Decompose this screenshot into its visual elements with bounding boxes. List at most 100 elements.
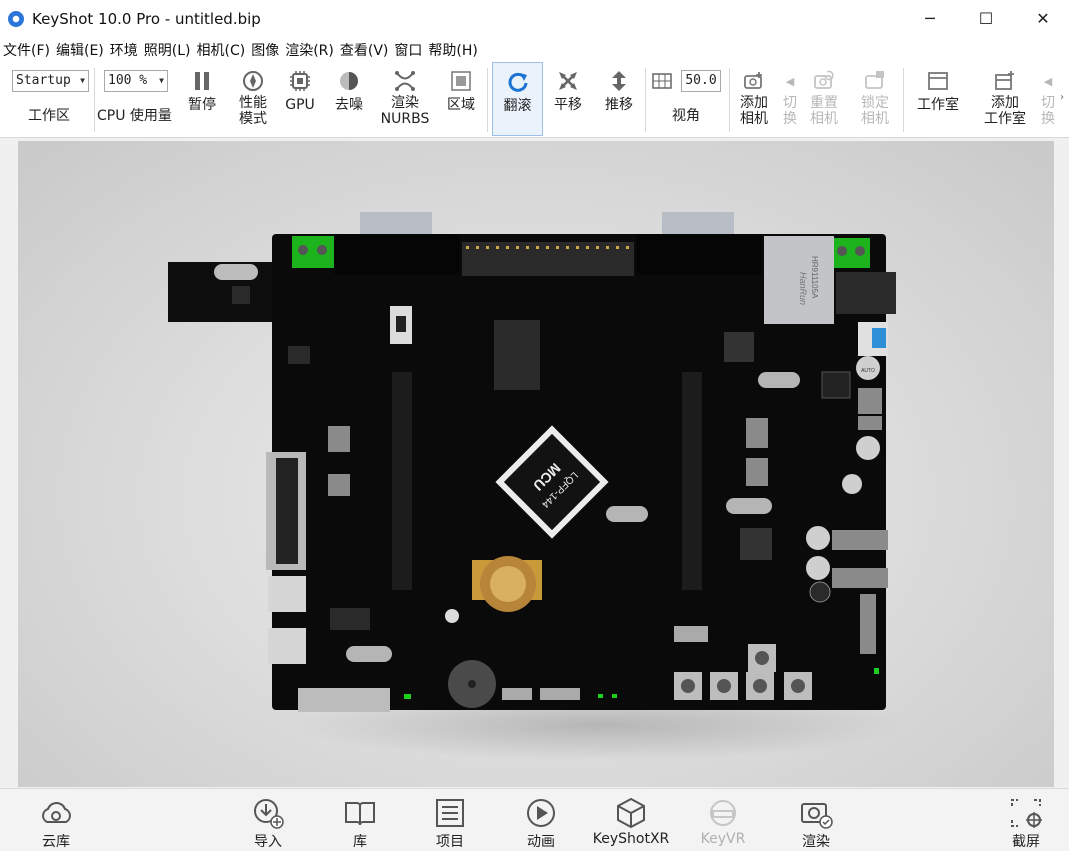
menu-help[interactable]: 帮助(H) [428, 40, 483, 60]
add-camera-button[interactable]: 添加 相机 [733, 62, 775, 136]
pin-header-right [682, 372, 702, 590]
crystal-oscillator [214, 264, 258, 280]
screenshot-icon [1008, 797, 1044, 829]
project-label: 项目 [436, 834, 464, 850]
reset-camera-label-2: 相机 [810, 111, 838, 127]
add-studio-button[interactable]: 添加 工作室 [980, 62, 1030, 136]
switch-studio-label-2: 换 [1041, 111, 1055, 127]
blue-switch [872, 328, 886, 348]
import-label: 导入 [254, 834, 282, 850]
menu-view[interactable]: 查看(V) [340, 40, 395, 60]
lock-camera-label-1: 锁定 [861, 95, 889, 111]
menu-file[interactable]: 文件(F) [3, 40, 56, 60]
dolly-icon [604, 69, 634, 93]
crystal-1 [758, 372, 800, 388]
camera-lock-icon [860, 69, 890, 93]
bottom-toolbar: 云库 导入 库 项目 动画 KeyShotXR KeyVR 渲染 截屏 [0, 788, 1069, 851]
menu-image[interactable]: 图像 [251, 40, 285, 60]
gpu-button[interactable]: GPU [282, 62, 318, 136]
crystal-2 [606, 506, 648, 522]
keyshotxr-button[interactable]: KeyShotXR [593, 789, 669, 851]
region-button[interactable]: 区域 [442, 62, 480, 136]
keyvr-button[interactable]: KeyVR [700, 789, 746, 851]
performance-label-1: 性能 [239, 95, 267, 111]
cpu-usage-value: 100 % [108, 73, 148, 88]
cloud-library-button[interactable]: 云库 [36, 789, 76, 851]
menu-lighting[interactable]: 照明(L) [144, 40, 197, 60]
switch-studio-button[interactable]: ◀ 切换 [1036, 62, 1060, 136]
menu-window[interactable]: 窗口 [394, 40, 428, 60]
tumble-label: 翻滚 [503, 98, 532, 114]
switch-camera-button[interactable]: ◀ 切换 [778, 62, 802, 136]
lock-camera-button[interactable]: 锁定 相机 [855, 62, 895, 136]
sensor-chip [232, 286, 250, 304]
menu-edit[interactable]: 编辑(E) [56, 40, 110, 60]
terminal-block-left [292, 236, 334, 268]
import-button[interactable]: 导入 [248, 789, 288, 851]
ic-ethernet [724, 332, 754, 362]
main-toolbar: Startup ▼ 工作区 100 % ▼ CPU 使用量 暂停 性能 模式 GP… [0, 62, 1069, 138]
menu-bar: 文件(F) 编辑(E) 环境 照明(L) 相机(C) 图像 渲染(R) 查看(V… [0, 38, 1069, 62]
chevron-left-icon: ◀ [785, 74, 795, 88]
pause-button[interactable]: 暂停 [180, 62, 224, 136]
studio-button[interactable]: 工作室 [912, 62, 964, 136]
animation-button[interactable]: 动画 [520, 789, 562, 851]
project-icon [432, 797, 468, 829]
keyshotxr-label: KeyShotXR [592, 831, 670, 847]
menu-camera[interactable]: 相机(C) [197, 40, 252, 60]
vr-headset-icon [705, 797, 741, 829]
rj45-text-1: HR911105A [810, 256, 819, 299]
animation-label: 动画 [527, 834, 555, 850]
reset-camera-button[interactable]: 重置 相机 [804, 62, 844, 136]
title-bar: KeyShot 10.0 Pro - untitled.bip ─ ☐ ✕ [0, 0, 1069, 38]
usb-connector-2 [268, 628, 306, 664]
add-studio-label-1: 添加 [991, 95, 1019, 111]
toolbar-overflow-icon[interactable]: › [1060, 92, 1064, 103]
add-camera-label-2: 相机 [740, 111, 768, 127]
library-button[interactable]: 库 [340, 789, 380, 851]
rj45-text-2: HanRun [798, 272, 808, 305]
menu-environment[interactable]: 环境 [110, 40, 144, 60]
workspace-dropdown[interactable]: Startup ▼ [12, 70, 89, 92]
field-of-view-label: 视角 [672, 108, 700, 124]
performance-icon [238, 69, 268, 93]
cpu-usage-dropdown[interactable]: 100 % ▼ [104, 70, 168, 92]
toolbar-separator [94, 68, 95, 132]
close-button[interactable]: ✕ [1017, 0, 1069, 36]
performance-mode-button[interactable]: 性能 模式 [230, 62, 276, 136]
usb-connector-1 [268, 576, 306, 612]
render-button[interactable]: 渲染 [796, 789, 836, 851]
toolbar-separator [729, 68, 730, 132]
minimize-button[interactable]: ─ [904, 0, 956, 36]
studio-label: 工作室 [917, 97, 959, 113]
dolly-button[interactable]: 推移 [598, 62, 640, 136]
pan-label: 平移 [554, 97, 582, 113]
ic-usb [740, 528, 772, 560]
add-studio-label-2: 工作室 [984, 111, 1026, 127]
pcb-render: HR911105A HanRun MCU LQFP-144 AUTO [168, 212, 896, 712]
denoise-icon [334, 69, 364, 93]
bottom-header [298, 688, 390, 712]
denoise-button[interactable]: 去噪 [330, 62, 368, 136]
toolbar-separator [903, 68, 904, 132]
camera-reset-icon [809, 69, 839, 93]
ic-small [330, 608, 370, 630]
pan-button[interactable]: 平移 [548, 62, 588, 136]
screenshot-button[interactable]: 截屏 [1006, 789, 1046, 851]
render-viewport[interactable]: HR911105A HanRun MCU LQFP-144 AUTO [18, 141, 1054, 787]
render-nurbs-button[interactable]: 渲染 NURBS [380, 62, 430, 136]
chevron-down-icon: ▼ [80, 76, 85, 85]
library-label: 库 [353, 834, 367, 850]
lock-camera-label-2: 相机 [861, 111, 889, 127]
keyshot-app-icon [8, 11, 24, 27]
menu-render[interactable]: 渲染(R) [285, 40, 340, 60]
cloud-library-label: 云库 [42, 834, 70, 850]
gpu-icon [285, 69, 315, 93]
tumble-button[interactable]: 翻滚 [492, 62, 543, 136]
project-button[interactable]: 项目 [430, 789, 470, 851]
nurbs-icon [390, 69, 420, 93]
maximize-button[interactable]: ☐ [960, 0, 1012, 36]
region-icon [446, 69, 476, 93]
toolbar-separator [487, 68, 488, 132]
field-of-view-input[interactable]: 50.0 [681, 70, 721, 92]
